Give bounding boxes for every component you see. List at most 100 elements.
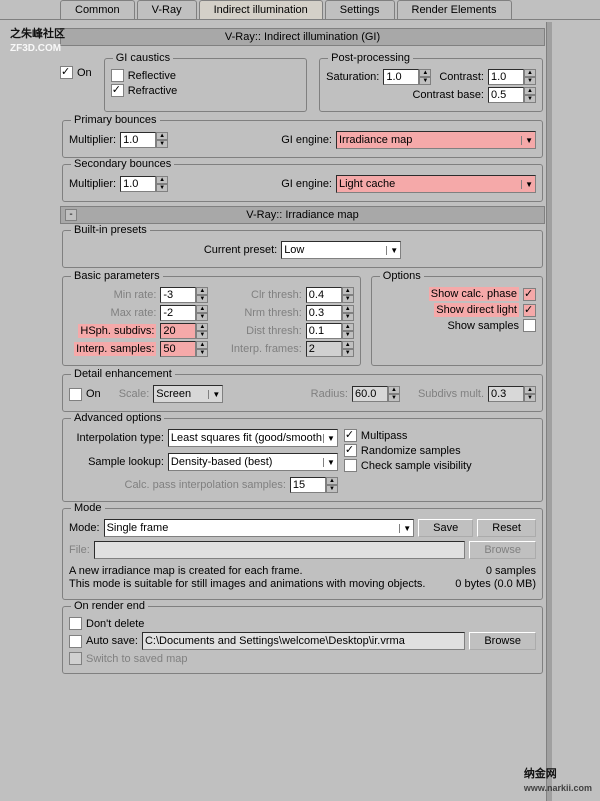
sec-mult-spinner[interactable]: ▲▼ (120, 176, 168, 192)
secondary-bounces-group: Secondary bounces Multiplier:▲▼GI engine… (62, 164, 543, 202)
contrast-spinner[interactable]: ▲▼ (488, 69, 536, 85)
save-button[interactable]: Save (418, 519, 473, 537)
current-preset-label: Current preset: (204, 244, 277, 256)
options-legend: Options (380, 270, 424, 282)
show-direct-checkbox[interactable] (523, 304, 536, 317)
tab-indirect[interactable]: Indirect illumination (199, 0, 323, 19)
sec-mult-label: Multiplier: (69, 178, 116, 190)
csv-label: Check sample visibility (361, 460, 472, 472)
advanced-legend: Advanced options (71, 412, 164, 424)
tab-common[interactable]: Common (60, 0, 135, 19)
refractive-checkbox[interactable] (111, 84, 124, 97)
dont-delete-checkbox[interactable] (69, 617, 82, 630)
gi-on-label: On (77, 67, 92, 79)
prim-engine-select[interactable]: Irradiance map▼ (336, 131, 536, 149)
itype-select[interactable]: Least squares fit (good/smooth▼ (168, 429, 338, 447)
switch-saved-label: Switch to saved map (86, 653, 188, 665)
rollout-toggle-icon[interactable]: - (65, 209, 77, 221)
autosave-checkbox[interactable] (69, 635, 82, 648)
options-group: Options Show calc. phase Show direct lig… (371, 276, 543, 366)
scrollbar[interactable] (546, 22, 552, 801)
ifrm-spinner: ▲▼ (306, 341, 354, 357)
sec-engine-label: GI engine: (281, 178, 332, 190)
slook-label: Sample lookup: (88, 456, 164, 468)
rollout-irr-header[interactable]: - V-Ray:: Irradiance map (60, 206, 545, 224)
basic-legend: Basic parameters (71, 270, 163, 282)
prim-engine-label: GI engine: (281, 134, 332, 146)
autosave-browse-button[interactable]: Browse (469, 632, 536, 650)
nrm-label: Nrm thresh: (244, 307, 301, 319)
ifrm-label: Interp. frames: (231, 343, 302, 355)
primary-bounces-group: Primary bounces Multiplier:▲▼GI engine:I… (62, 120, 543, 158)
tab-bar: Common V-Ray Indirect illumination Setti… (0, 0, 600, 20)
watermark-narkii: 纳金网www.narkii.com (524, 757, 592, 793)
hsph-spinner[interactable]: ▲▼ (160, 323, 208, 339)
tab-vray[interactable]: V-Ray (137, 0, 197, 19)
detail-legend: Detail enhancement (71, 368, 175, 380)
primary-legend: Primary bounces (71, 114, 160, 126)
advanced-group: Advanced options Interpolation type:Leas… (62, 418, 543, 502)
contrast-base-spinner[interactable]: ▲▼ (488, 87, 536, 103)
gi-on-checkbox[interactable] (60, 66, 73, 79)
isamp-spinner[interactable]: ▲▼ (160, 341, 208, 357)
current-preset-select[interactable]: Low▼ (281, 241, 401, 259)
file-field (94, 541, 466, 559)
contrast-base-label: Contrast base: (412, 89, 484, 101)
csv-checkbox[interactable] (344, 459, 357, 472)
mode-info: A new irradiance map is created for each… (69, 565, 425, 591)
hsph-label: HSph. subdivs: (78, 324, 156, 338)
rollout-gi-header[interactable]: V-Ray:: Indirect illumination (GI) (60, 28, 545, 46)
multipass-label: Multipass (361, 430, 407, 442)
scale-select: Screen▼ (153, 385, 223, 403)
detail-on-label: On (86, 388, 101, 400)
show-samples-checkbox[interactable] (523, 319, 536, 332)
sdm-label: Subdivs mult. (418, 388, 484, 400)
sec-engine-select[interactable]: Light cache▼ (336, 175, 536, 193)
clr-spinner[interactable]: ▲▼ (306, 287, 354, 303)
maxrate-spinner[interactable]: ▲▼ (160, 305, 208, 321)
reflective-checkbox[interactable] (111, 69, 124, 82)
nrm-spinner[interactable]: ▲▼ (306, 305, 354, 321)
isamp-label: Interp. samples: (74, 342, 156, 356)
basic-params-group: Basic parameters Min rate:▲▼ Max rate:▲▼… (62, 276, 361, 366)
show-calc-label: Show calc. phase (429, 287, 519, 301)
slook-select[interactable]: Density-based (best)▼ (168, 453, 338, 471)
dist-label: Dist thresh: (246, 325, 302, 337)
saturation-spinner[interactable]: ▲▼ (383, 69, 431, 85)
dist-spinner[interactable]: ▲▼ (306, 323, 354, 339)
show-calc-checkbox[interactable] (523, 288, 536, 301)
post-legend: Post-processing (328, 52, 413, 64)
on-render-end-group: On render end Don't delete Auto save:C:\… (62, 606, 543, 674)
tab-render-elements[interactable]: Render Elements (397, 0, 512, 19)
cpis-label: Calc. pass interpolation samples: (125, 479, 286, 491)
autosave-label: Auto save: (86, 635, 138, 647)
maxrate-label: Max rate: (111, 307, 157, 319)
dont-delete-label: Don't delete (86, 618, 144, 630)
minrate-spinner[interactable]: ▲▼ (160, 287, 208, 303)
mode-select[interactable]: Single frame▼ (104, 519, 415, 537)
ore-legend: On render end (71, 600, 148, 612)
contrast-label: Contrast: (439, 71, 484, 83)
post-processing-group: Post-processing Saturation:▲▼Contrast:▲▼… (319, 58, 543, 112)
tab-settings[interactable]: Settings (325, 0, 395, 19)
show-samples-label: Show samples (447, 320, 519, 332)
rollout-irr-title: V-Ray:: Irradiance map (246, 209, 359, 221)
show-direct-label: Show direct light (434, 303, 519, 317)
multipass-checkbox[interactable] (344, 429, 357, 442)
randomize-checkbox[interactable] (344, 444, 357, 457)
file-label: File: (69, 544, 90, 556)
cpis-spinner[interactable]: ▲▼ (290, 477, 338, 493)
detail-on-checkbox[interactable] (69, 388, 82, 401)
gi-caustics-legend: GI caustics (113, 52, 173, 64)
scale-label: Scale: (119, 388, 150, 400)
prim-mult-label: Multiplier: (69, 134, 116, 146)
rollout-gi-title: V-Ray:: Indirect illumination (GI) (225, 31, 380, 43)
mode-legend: Mode (71, 502, 105, 514)
reset-button[interactable]: Reset (477, 519, 536, 537)
secondary-legend: Secondary bounces (71, 158, 174, 170)
browse-button: Browse (469, 541, 536, 559)
radius-spinner: ▲▼ (352, 386, 400, 402)
prim-mult-spinner[interactable]: ▲▼ (120, 132, 168, 148)
mode-label: Mode: (69, 522, 100, 534)
switch-saved-checkbox (69, 652, 82, 665)
